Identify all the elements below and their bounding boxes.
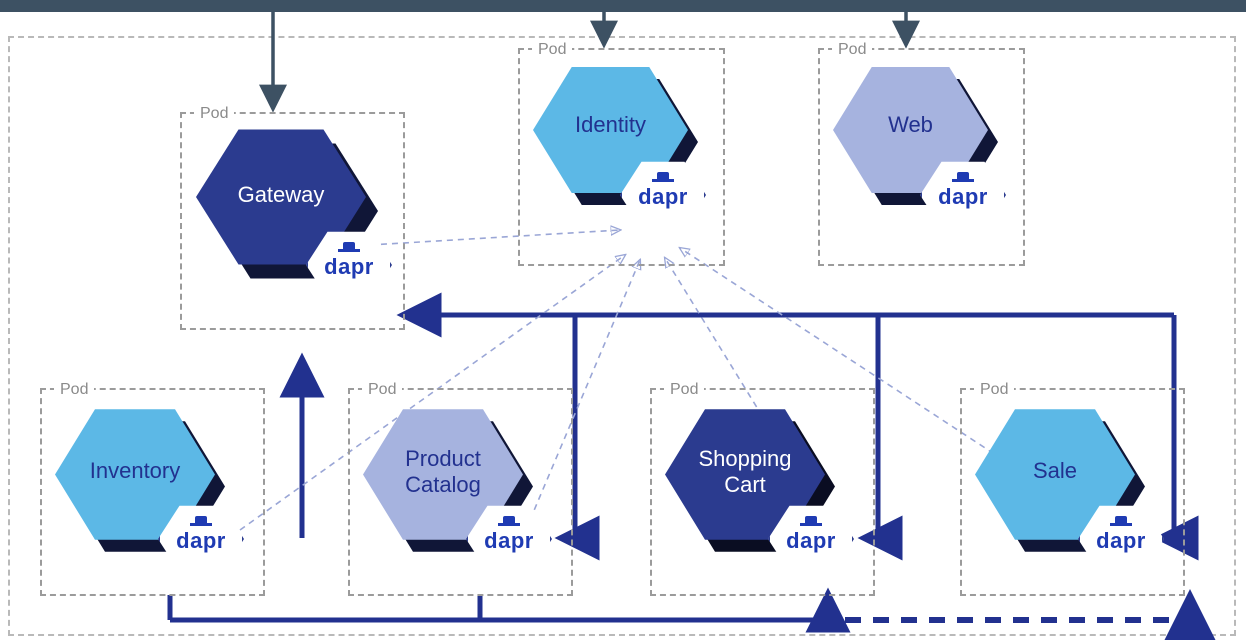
service-label: Shopping Cart <box>665 446 825 498</box>
dapr-hat-icon <box>190 516 212 526</box>
dapr-badge-product-catalog: dapr <box>466 502 552 576</box>
service-label: Inventory <box>55 458 215 484</box>
pod-label: Pod <box>664 381 704 399</box>
dapr-hat-icon <box>952 172 974 182</box>
pod-label: Pod <box>194 105 234 123</box>
dapr-hat-icon <box>338 242 360 252</box>
pod-label: Pod <box>532 41 572 59</box>
dapr-badge-shopping-cart: dapr <box>768 502 854 576</box>
pod-label: Pod <box>832 41 872 59</box>
dapr-hat-icon <box>1110 516 1132 526</box>
dapr-label: dapr <box>620 184 706 210</box>
dapr-badge-gateway: dapr <box>306 228 392 302</box>
top-bar <box>0 0 1246 12</box>
dapr-label: dapr <box>1078 528 1164 554</box>
service-label: Web <box>833 112 988 138</box>
service-label: Sale <box>975 458 1135 484</box>
dapr-badge-identity: dapr <box>620 158 706 232</box>
pod-label: Pod <box>362 381 402 399</box>
dapr-hat-icon <box>800 516 822 526</box>
pod-label: Pod <box>54 381 94 399</box>
dapr-label: dapr <box>158 528 244 554</box>
dapr-label: dapr <box>768 528 854 554</box>
dapr-label: dapr <box>306 254 392 280</box>
dapr-label: dapr <box>466 528 552 554</box>
pod-label: Pod <box>974 381 1014 399</box>
dapr-hat-icon <box>498 516 520 526</box>
dapr-hat-icon <box>652 172 674 182</box>
service-label: Gateway <box>196 182 366 208</box>
service-label: Product Catalog <box>363 446 523 498</box>
service-label: Identity <box>533 112 688 138</box>
dapr-badge-sale: dapr <box>1078 502 1164 576</box>
dapr-label: dapr <box>920 184 1006 210</box>
dapr-badge-inventory: dapr <box>158 502 244 576</box>
dapr-badge-web: dapr <box>920 158 1006 232</box>
